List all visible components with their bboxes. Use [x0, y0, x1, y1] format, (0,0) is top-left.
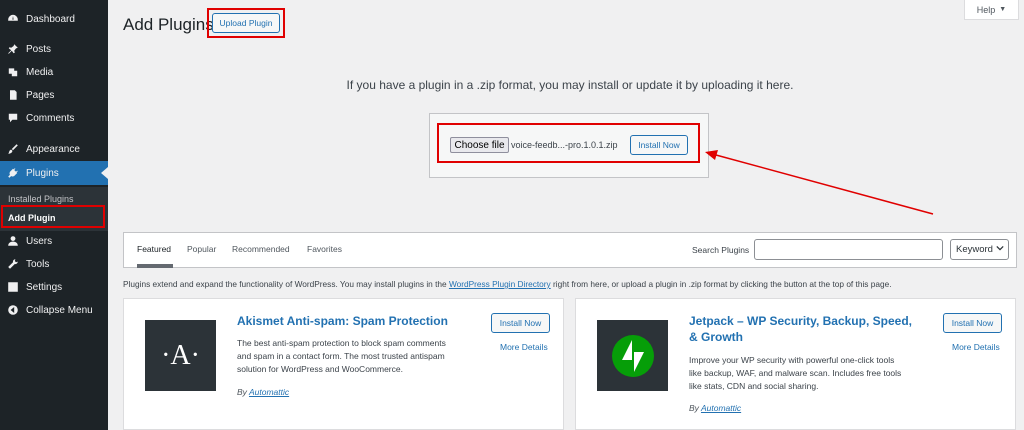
help-button[interactable]: Help ▼: [964, 0, 1019, 20]
media-icon: [6, 65, 20, 79]
plugins-intro: Plugins extend and expand the functional…: [123, 279, 892, 289]
description-line: solution for WordPress and WooCommerce.: [237, 364, 403, 374]
collapse-icon: [6, 303, 20, 317]
active-tab-indicator: [137, 264, 173, 268]
sidebar-item-dashboard[interactable]: Dashboard: [0, 8, 108, 30]
plugin-description: The best anti-spam protection to block s…: [237, 337, 446, 376]
sidebar-item-label: Tools: [26, 258, 50, 270]
plugin-author: By Automattic: [689, 403, 741, 413]
sidebar-item-comments[interactable]: Comments: [0, 107, 108, 129]
title-line: Jetpack – WP Security, Backup, Speed,: [689, 314, 912, 328]
intro-text: Plugins extend and expand the functional…: [123, 279, 449, 289]
pages-icon: [6, 88, 20, 102]
description-line: and spam in a contact form. The most tru…: [237, 351, 445, 361]
title-line: & Growth: [689, 330, 743, 344]
chevron-down-icon: [996, 244, 1004, 255]
sidebar-item-media[interactable]: Media: [0, 61, 108, 83]
sidebar-item-settings[interactable]: Settings: [0, 276, 108, 298]
highlight-add-plugin: [1, 205, 105, 228]
search-plugins-input[interactable]: [754, 239, 943, 260]
sidebar-item-label: Settings: [26, 281, 63, 293]
submenu-installed-plugins[interactable]: Installed Plugins: [8, 194, 74, 204]
brush-icon: [6, 142, 20, 156]
search-type-value: Keyword: [956, 244, 993, 255]
plugin-description: Improve your WP security with powerful o…: [689, 354, 901, 393]
install-now-button[interactable]: Install Now: [943, 313, 1002, 333]
sidebar-item-label: Plugins: [26, 167, 59, 179]
description-line: like backup, WAF, and malware scan. Incl…: [689, 368, 902, 378]
install-now-button[interactable]: Install Now: [491, 313, 550, 333]
pin-icon: [6, 42, 20, 56]
tab-recommended[interactable]: Recommended: [232, 244, 290, 254]
description-line: like stats, CDN and social sharing.: [689, 381, 819, 391]
plugin-title[interactable]: Akismet Anti-spam: Spam Protection: [237, 313, 448, 329]
more-details-link[interactable]: More Details: [952, 342, 1000, 352]
sidebar-item-appearance[interactable]: Appearance: [0, 138, 108, 160]
sidebar-item-label: Users: [26, 235, 53, 247]
install-now-button[interactable]: Install Now: [630, 135, 688, 155]
tab-popular[interactable]: Popular: [187, 244, 216, 254]
choose-file-button[interactable]: Choose file: [450, 137, 509, 153]
sidebar-item-posts[interactable]: Posts: [0, 38, 108, 60]
caret-down-icon: ▼: [999, 6, 1007, 13]
by-label: By: [689, 403, 699, 413]
by-label: By: [237, 387, 247, 397]
sidebar-item-users[interactable]: Users: [0, 230, 108, 252]
sidebar-item-label: Posts: [26, 43, 52, 55]
selected-file-name: voice-feedb...-pro.1.0.1.zip: [511, 140, 618, 150]
sidebar-item-tools[interactable]: Tools: [0, 253, 108, 275]
more-details-link[interactable]: More Details: [500, 342, 548, 352]
akismet-logo-icon: ·A·: [145, 320, 216, 391]
upload-plugin-button[interactable]: Upload Plugin: [212, 13, 280, 33]
tab-featured[interactable]: Featured: [137, 244, 171, 254]
search-plugins-label: Search Plugins: [692, 245, 750, 255]
tab-favorites[interactable]: Favorites: [307, 244, 342, 254]
author-link[interactable]: Automattic: [249, 387, 289, 397]
sidebar-collapse-menu[interactable]: Collapse Menu: [0, 299, 108, 321]
settings-icon: [6, 280, 20, 294]
plug-icon: [6, 166, 20, 180]
akismet-logo-text: ·A·: [161, 339, 200, 371]
comment-icon: [6, 111, 20, 125]
sidebar-item-label: Comments: [26, 112, 75, 124]
sidebar-item-label: Collapse Menu: [26, 304, 93, 316]
author-link[interactable]: Automattic: [701, 403, 741, 413]
jetpack-logo-icon: [597, 320, 668, 391]
description-line: The best anti-spam protection to block s…: [237, 338, 446, 348]
sidebar-item-pages[interactable]: Pages: [0, 84, 108, 106]
description-line: Improve your WP security with powerful o…: [689, 355, 895, 365]
sidebar-item-label: Appearance: [26, 143, 80, 155]
wrench-icon: [6, 257, 20, 271]
intro-text-end: right from here, or upload a plugin in .…: [550, 279, 892, 289]
plugin-directory-link[interactable]: WordPress Plugin Directory: [449, 279, 551, 289]
user-icon: [6, 234, 20, 248]
dashboard-icon: [6, 12, 20, 26]
sidebar-item-label: Dashboard: [26, 13, 75, 25]
sidebar-item-label: Media: [26, 66, 54, 78]
sidebar-item-label: Pages: [26, 89, 55, 101]
plugin-title[interactable]: Jetpack – WP Security, Backup, Speed, & …: [689, 313, 912, 345]
plugin-author: By Automattic: [237, 387, 289, 397]
help-label: Help: [976, 4, 996, 15]
sidebar-item-plugins[interactable]: Plugins: [0, 161, 108, 185]
search-type-select[interactable]: Keyword: [950, 239, 1009, 260]
page-title: Add Plugins: [123, 15, 214, 34]
upload-instructions: If you have a plugin in a .zip format, y…: [346, 78, 794, 92]
